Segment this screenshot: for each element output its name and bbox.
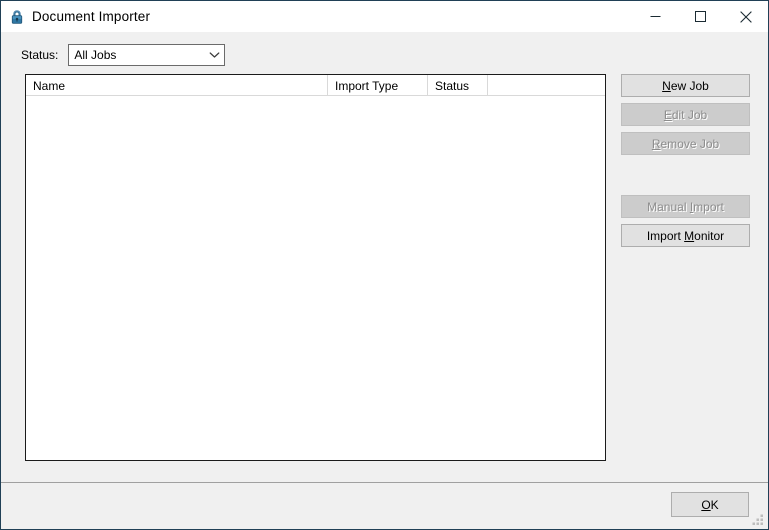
chevron-down-icon [205,45,224,65]
maximize-button[interactable] [678,1,723,32]
column-header-name[interactable]: Name [26,75,328,96]
close-button[interactable] [723,1,768,32]
client-area: Status: All Jobs Name Import Type Status [1,32,768,529]
new-job-button-label: New Job [662,78,709,93]
resize-grip-icon[interactable] [752,513,765,526]
import-monitor-button-label: Import Monitor [646,228,725,243]
status-label: Status: [21,48,59,62]
column-header-import-type[interactable]: Import Type [328,75,428,96]
new-job-button[interactable]: New Job [621,74,750,97]
padlock-icon [9,9,25,25]
listview-body[interactable] [26,96,605,460]
jobs-listview[interactable]: Name Import Type Status [25,74,606,461]
action-button-column: New Job Edit Job Remove Job Manual Impor… [621,74,750,247]
column-header-status[interactable]: Status [428,75,488,96]
document-importer-window: Document Importer Status: All Jobs Name … [0,0,769,530]
edit-job-button-label: Edit Job [663,107,708,122]
status-combobox[interactable]: All Jobs [68,44,226,66]
column-header-filler[interactable] [488,75,605,96]
remove-job-button[interactable]: Remove Job [621,132,750,155]
listview-header: Name Import Type Status [26,75,605,96]
import-monitor-button[interactable]: Import Monitor [621,224,750,247]
window-title: Document Importer [32,9,151,24]
edit-job-button[interactable]: Edit Job [621,103,750,126]
window-controls [633,1,768,32]
minimize-button[interactable] [633,1,678,32]
status-filter-row: Status: All Jobs [21,44,226,66]
ok-button-label: OK [701,497,719,512]
remove-job-button-label: Remove Job [651,136,720,151]
footer-bar: OK [1,483,768,529]
ok-button[interactable]: OK [671,492,749,517]
manual-import-button[interactable]: Manual Import [621,195,750,218]
title-bar: Document Importer [1,1,768,32]
status-combobox-value: All Jobs [74,48,117,62]
manual-import-button-label: Manual Import [647,199,724,214]
